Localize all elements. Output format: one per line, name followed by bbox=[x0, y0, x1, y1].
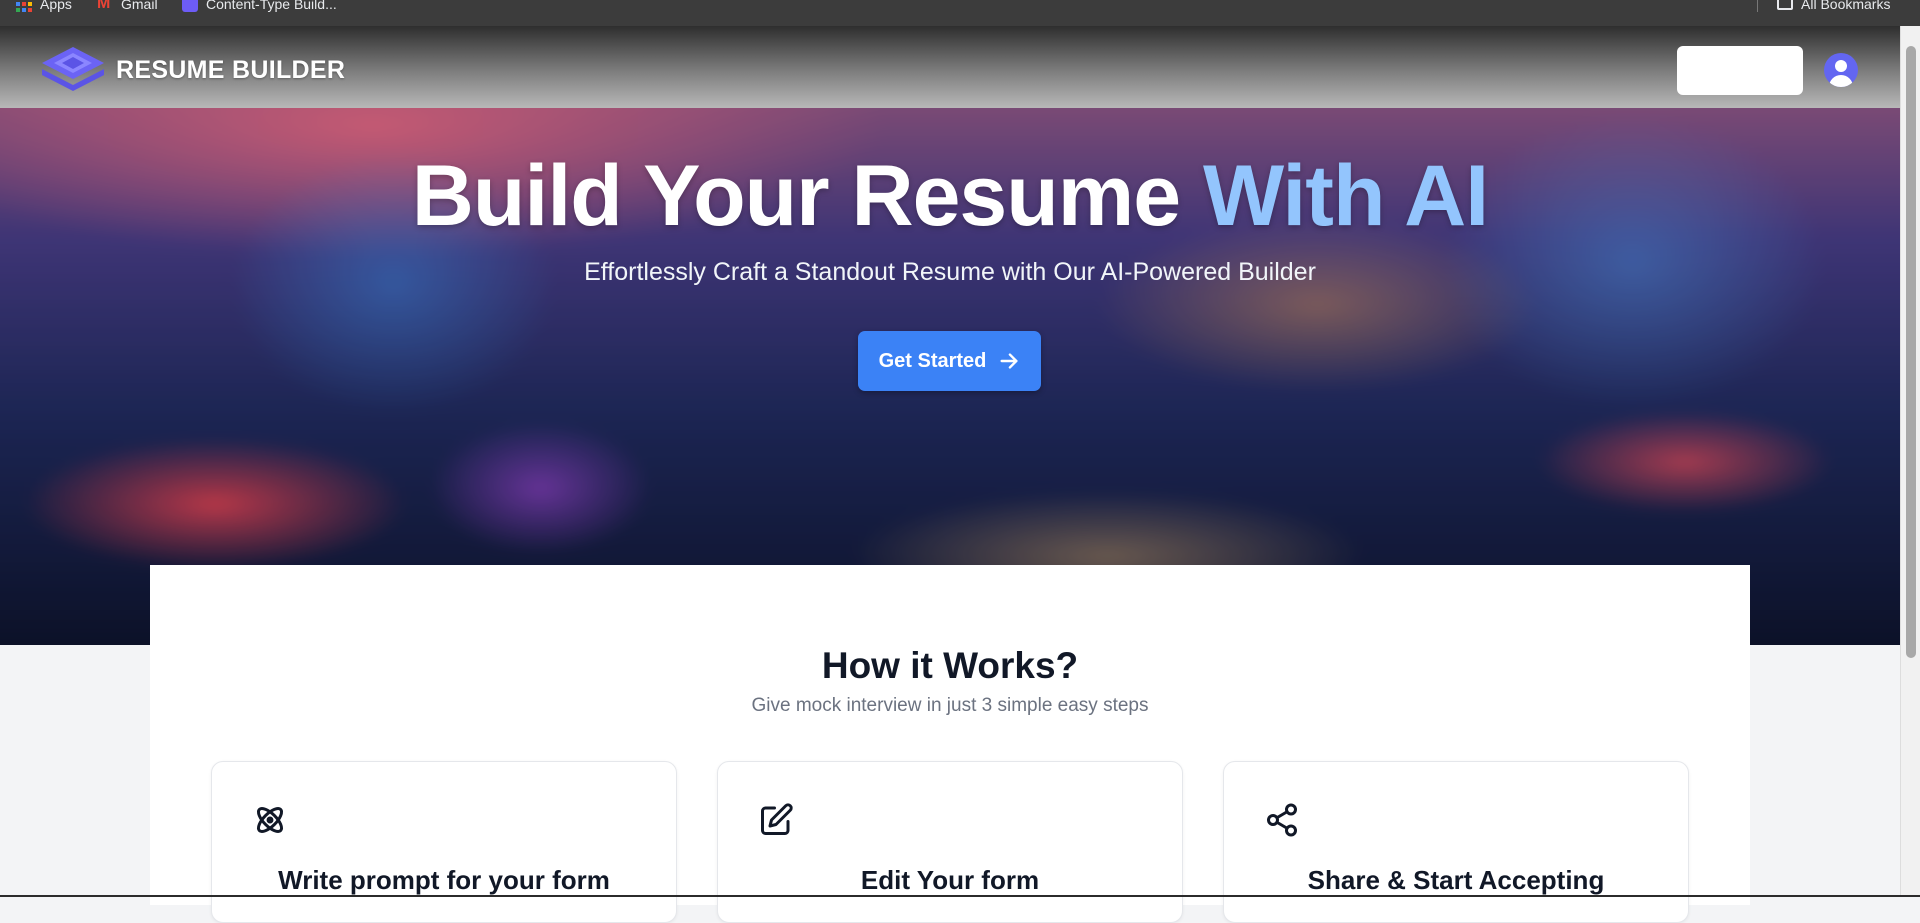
hero-title: Build Your Resume With AI bbox=[0, 148, 1900, 244]
page-scrollbar[interactable] bbox=[1900, 26, 1920, 897]
all-bookmarks[interactable]: All Bookmarks bbox=[1777, 0, 1890, 14]
step-card[interactable]: Write prompt for your form bbox=[211, 761, 677, 923]
scrollbar-thumb[interactable] bbox=[1906, 46, 1916, 658]
how-it-works-section: How it Works? Give mock interview in jus… bbox=[150, 565, 1750, 923]
arrow-right-icon bbox=[1000, 353, 1018, 369]
bookmark-content-type[interactable]: Content-Type Build... bbox=[182, 0, 337, 14]
get-started-label: Get Started bbox=[878, 349, 987, 372]
bookmark-gmail[interactable]: M Gmail bbox=[97, 0, 158, 14]
hero-title-main: Build Your Resume bbox=[411, 148, 1181, 244]
brand-logo[interactable]: RESUME BUILDER bbox=[40, 45, 345, 95]
bookmark-label: Gmail bbox=[121, 0, 158, 12]
step-card[interactable]: Edit Your form bbox=[717, 761, 1183, 923]
step-title: Share & Start Accepting bbox=[1307, 865, 1605, 895]
step-card[interactable]: Share & Start Accepting bbox=[1223, 761, 1689, 923]
layers-logo-icon bbox=[42, 47, 104, 91]
navbar-button[interactable] bbox=[1677, 46, 1803, 95]
brand-name: RESUME BUILDER bbox=[116, 55, 346, 84]
bookmarks-bar: Apps M Gmail Content-Type Build... All B… bbox=[0, 0, 1920, 26]
user-avatar-icon[interactable] bbox=[1824, 53, 1858, 87]
hero-title-accent: With AI bbox=[1203, 148, 1489, 244]
how-it-works-subtitle: Give mock interview in just 3 simple eas… bbox=[751, 695, 1149, 716]
share-icon bbox=[1267, 803, 1297, 837]
gmail-icon: M bbox=[97, 0, 111, 12]
step-title: Edit Your form bbox=[860, 865, 1040, 895]
edit-icon bbox=[761, 803, 793, 835]
content-type-icon bbox=[182, 0, 198, 12]
step-title: Write prompt for your form bbox=[278, 865, 610, 895]
apps-grid-icon bbox=[16, 0, 32, 12]
how-it-works-title: How it Works? bbox=[821, 645, 1079, 686]
atom-icon bbox=[256, 806, 284, 834]
bookmark-label: Content-Type Build... bbox=[206, 0, 337, 12]
bookmark-label: Apps bbox=[40, 0, 72, 12]
hero-subtitle: Effortlessly Craft a Standout Resume wit… bbox=[584, 258, 1316, 286]
get-started-button[interactable]: Get Started bbox=[858, 331, 1041, 391]
all-bookmarks-label: All Bookmarks bbox=[1801, 0, 1891, 12]
folder-icon bbox=[1777, 0, 1793, 10]
bookmarks-divider bbox=[1757, 0, 1758, 12]
bookmark-apps[interactable]: Apps bbox=[16, 0, 72, 14]
